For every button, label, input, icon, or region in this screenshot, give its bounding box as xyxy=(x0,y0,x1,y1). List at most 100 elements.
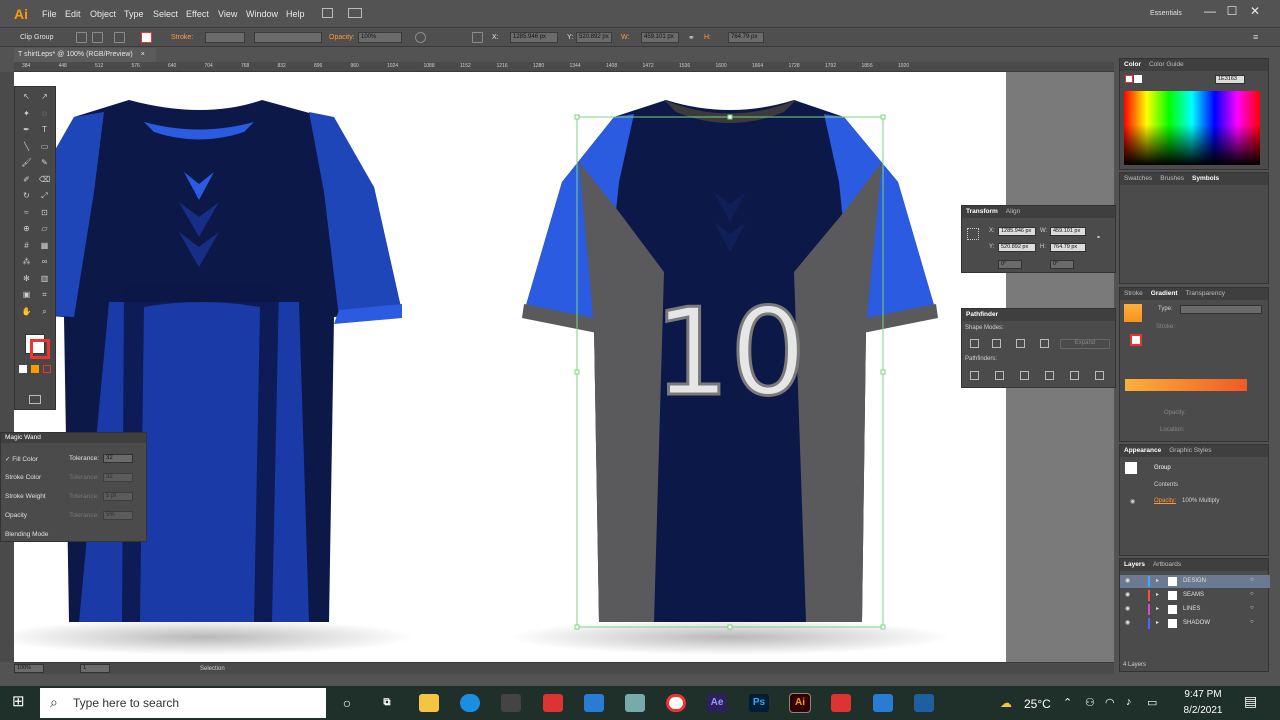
tab-graphic-styles[interactable]: Graphic Styles xyxy=(1169,447,1211,454)
constrain-proportions-icon[interactable]: ⚭ xyxy=(688,33,695,42)
perspective-tool-icon[interactable]: ▱ xyxy=(38,222,51,235)
after-effects-icon[interactable]: Ae xyxy=(707,694,727,712)
trim-icon[interactable] xyxy=(995,371,1004,380)
tab-artboards[interactable]: Artboards xyxy=(1153,561,1181,568)
cortana-icon[interactable]: ○ xyxy=(337,694,357,712)
tab-color-guide[interactable]: Color Guide xyxy=(1149,61,1184,68)
tab-appearance[interactable]: Appearance xyxy=(1124,447,1161,454)
shape-builder-tool-icon[interactable]: ⊕ xyxy=(20,222,33,235)
menu-object[interactable]: Object xyxy=(90,9,116,19)
document-tab-close-icon[interactable]: × xyxy=(141,51,145,58)
control-menu-icon[interactable]: ≡ xyxy=(1253,32,1258,42)
pen-tool-icon[interactable]: ✒ xyxy=(20,123,33,136)
transform-h-field[interactable]: 764.79 px xyxy=(1050,243,1086,252)
edge-icon[interactable] xyxy=(460,694,480,712)
stroke-label[interactable]: Stroke: xyxy=(171,34,193,41)
minimize-button[interactable]: — xyxy=(1200,4,1220,18)
clock-time[interactable]: 9:47 PM xyxy=(1180,689,1226,700)
tray-chevron-icon[interactable]: ⌃ xyxy=(1063,696,1072,709)
tab-transparency[interactable]: Transparency xyxy=(1186,290,1226,297)
width-field[interactable]: 459.101 px xyxy=(641,32,679,43)
edit-clipping-path-icon[interactable] xyxy=(76,32,87,43)
layer-row[interactable]: ◉ ▸ SHADOW ○ xyxy=(1120,617,1270,630)
wifi-icon[interactable]: ◠ xyxy=(1105,696,1115,709)
brush-definition-field[interactable] xyxy=(254,32,322,43)
layer-expand-icon[interactable]: ▸ xyxy=(1156,605,1159,612)
divide-icon[interactable] xyxy=(970,371,979,380)
mesh-tool-icon[interactable]: # xyxy=(20,239,33,252)
tolerance-field[interactable]: 32 xyxy=(103,454,133,463)
color-panel-stroke-icon[interactable] xyxy=(1134,75,1142,83)
selection-tool-icon[interactable]: ↖ xyxy=(20,90,33,103)
align-icon[interactable] xyxy=(472,32,483,43)
tab-symbols[interactable]: Symbols xyxy=(1192,175,1219,182)
visibility-eye-icon[interactable]: ◉ xyxy=(1130,498,1135,505)
tab-gradient[interactable]: Gradient xyxy=(1151,290,1178,297)
opacity-label[interactable]: Opacity: xyxy=(329,34,355,41)
merge-icon[interactable] xyxy=(1020,371,1029,380)
menu-edit[interactable]: Edit xyxy=(65,9,81,19)
layer-expand-icon[interactable]: ▸ xyxy=(1156,577,1159,584)
workspace-switcher[interactable]: Essentials xyxy=(1150,10,1182,17)
close-window-button[interactable]: ✕ xyxy=(1245,4,1265,18)
eraser-tool-icon[interactable]: ⌫ xyxy=(38,173,51,186)
layer-row[interactable]: ◉ ▸ LINES ○ xyxy=(1120,603,1270,616)
paintbrush-tool-icon[interactable]: 🖌 xyxy=(20,156,33,169)
appearance-opacity-label[interactable]: Opacity: xyxy=(1154,498,1176,504)
color-panel-fill-icon[interactable] xyxy=(1125,75,1133,83)
zoom-tool-icon[interactable]: ⌕ xyxy=(38,305,51,318)
tab-layers[interactable]: Layers xyxy=(1124,561,1145,568)
opacity-field[interactable]: 100% xyxy=(358,32,402,43)
stroke-weight-field[interactable] xyxy=(205,32,245,43)
screen-mode-icon[interactable] xyxy=(29,395,41,404)
symbol-sprayer-tool-icon[interactable]: ✻ xyxy=(20,272,33,285)
arrange-documents-icon[interactable] xyxy=(348,8,362,18)
reference-point-icon[interactable] xyxy=(967,228,979,240)
type-tool-icon[interactable]: T xyxy=(38,123,51,136)
color-spectrum[interactable] xyxy=(1124,91,1260,165)
gift-app-icon[interactable] xyxy=(543,694,563,712)
tolerance-field[interactable]: 32 xyxy=(103,473,133,482)
document-tab[interactable]: T shirtLeps* @ 100% (RGB/Preview) × xyxy=(14,48,156,62)
photoshop-icon[interactable]: Ps xyxy=(749,694,769,712)
artboard[interactable]: 10 xyxy=(14,72,1006,662)
magic-wand-tool-icon[interactable]: ✦ xyxy=(20,107,33,120)
pencil-tool-icon[interactable]: ✎ xyxy=(38,156,51,169)
mail-icon[interactable] xyxy=(584,694,604,712)
tab-align[interactable]: Align xyxy=(1006,208,1020,215)
layer-target-icon[interactable]: ○ xyxy=(1250,577,1254,583)
windows-start-icon[interactable]: ⊞ xyxy=(12,694,28,710)
crop-icon[interactable] xyxy=(1045,371,1054,380)
menu-view[interactable]: View xyxy=(218,9,237,19)
remote-app-icon[interactable] xyxy=(914,694,934,712)
x-position-field[interactable]: 1285.946 px xyxy=(510,32,558,43)
tab-brushes[interactable]: Brushes xyxy=(1160,175,1184,182)
menu-window[interactable]: Window xyxy=(246,9,278,19)
gradient-slider[interactable] xyxy=(1125,379,1247,391)
tab-color[interactable]: Color xyxy=(1124,61,1141,68)
fill-swatch-icon[interactable] xyxy=(114,32,125,43)
artboard-tool-icon[interactable]: ▣ xyxy=(20,288,33,301)
exclude-icon[interactable] xyxy=(1040,339,1049,348)
layer-target-icon[interactable]: ○ xyxy=(1250,591,1254,597)
hex-color-field[interactable]: 1E3163 xyxy=(1215,75,1245,84)
stroke-color-icon[interactable] xyxy=(30,339,50,359)
illustrator-taskbar-icon[interactable]: Ai xyxy=(789,693,811,713)
rotate-tool-icon[interactable]: ↻ xyxy=(20,189,33,202)
menu-file[interactable]: File xyxy=(42,9,57,19)
tab-swatches[interactable]: Swatches xyxy=(1124,175,1152,182)
recolor-artwork-icon[interactable] xyxy=(415,32,426,43)
hand-tool-icon[interactable]: ✋ xyxy=(20,305,33,318)
artboard-number-field[interactable]: 1 xyxy=(80,664,110,673)
menu-effect[interactable]: Effect xyxy=(186,9,209,19)
layer-visibility-icon[interactable]: ◉ xyxy=(1125,591,1130,598)
layer-row[interactable]: ◉ ▸ SEAMS ○ xyxy=(1120,589,1270,602)
layer-expand-icon[interactable]: ▸ xyxy=(1156,591,1159,598)
magic-wand-option[interactable]: ✓ Fill Color xyxy=(5,455,38,463)
direct-selection-tool-icon[interactable]: ↗ xyxy=(38,90,51,103)
store-icon[interactable] xyxy=(501,694,521,712)
none-mode-icon[interactable] xyxy=(43,365,51,373)
column-graph-tool-icon[interactable]: ▥ xyxy=(38,272,51,285)
menu-select[interactable]: Select xyxy=(153,9,178,19)
magic-wand-option[interactable]: Stroke Color xyxy=(5,474,41,481)
